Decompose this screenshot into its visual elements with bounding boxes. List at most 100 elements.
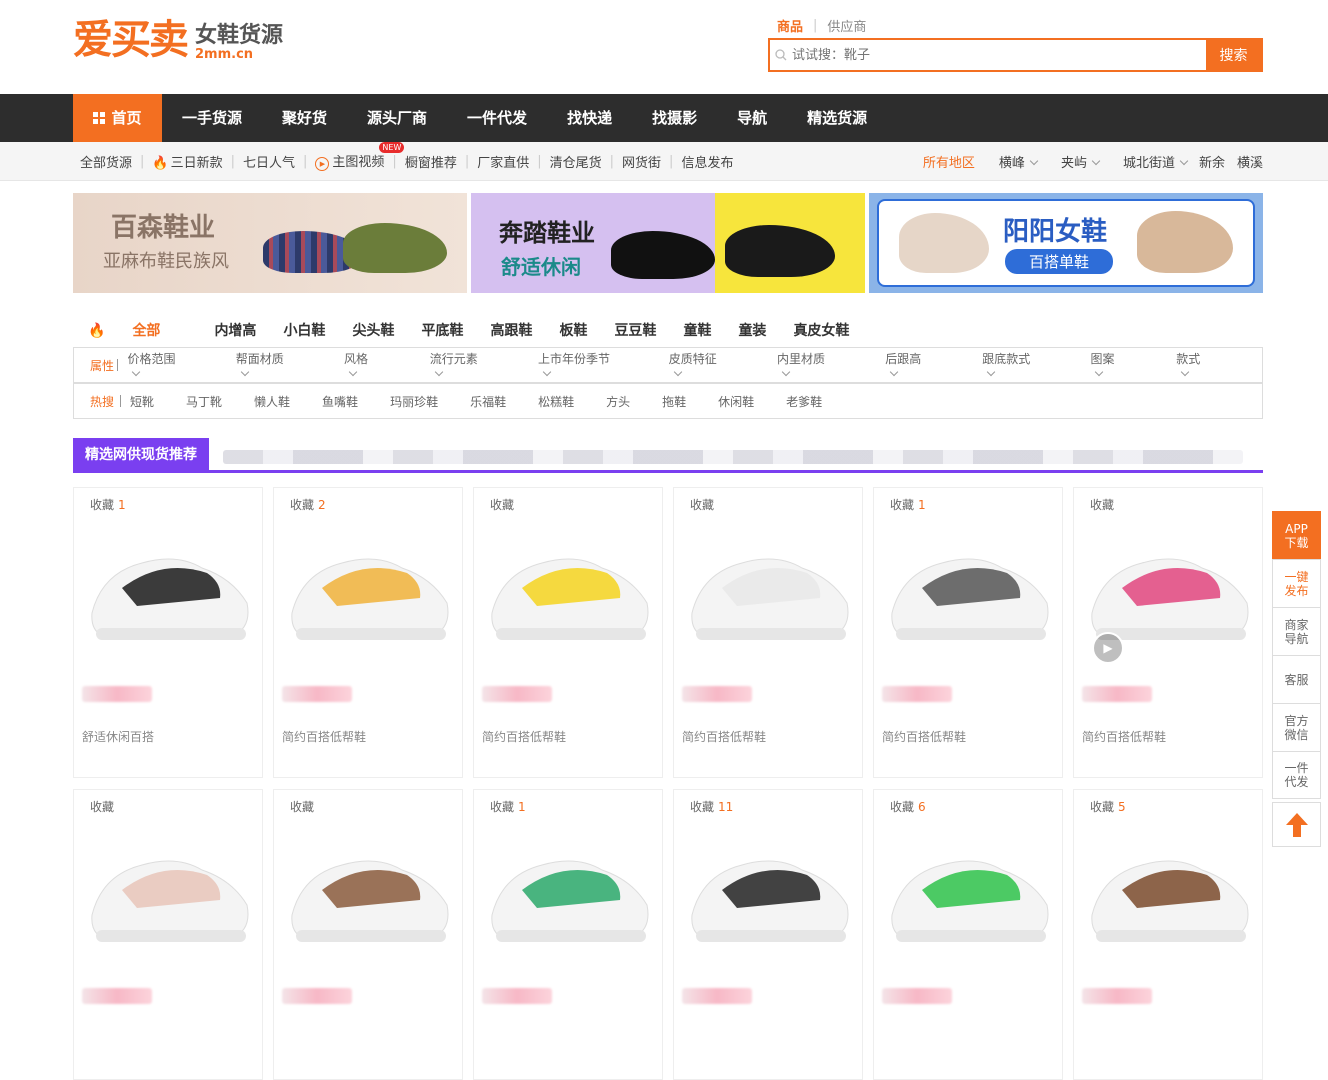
product-title[interactable]: 简约百搭低帮鞋	[682, 728, 766, 745]
cat-item[interactable]: 高跟鞋	[490, 320, 532, 340]
attr-filter[interactable]: 上市年份季节	[538, 350, 617, 381]
hot-keyword[interactable]: 懒人鞋	[254, 393, 290, 410]
favorite-button[interactable]: 收藏 2	[290, 496, 326, 513]
attr-filter[interactable]: 后跟高	[885, 350, 930, 381]
region-hengxi[interactable]: 横溪	[1237, 152, 1263, 171]
dropship-button[interactable]: 一件 代发	[1272, 751, 1321, 799]
attr-filter[interactable]: 流行元素	[430, 350, 486, 381]
attr-filter[interactable]: 风格	[344, 350, 378, 381]
nav-photography[interactable]: 找摄影	[632, 94, 717, 142]
product-card[interactable]: 收藏简约百搭低帮鞋	[673, 487, 863, 778]
customer-service-button[interactable]: 客服	[1272, 655, 1321, 703]
cat-item[interactable]: 小白鞋	[283, 320, 325, 340]
banner-yangyang[interactable]: 阳阳女鞋 百搭单鞋	[869, 193, 1263, 293]
back-to-top-button[interactable]	[1272, 802, 1321, 847]
hot-keyword[interactable]: 鱼嘴鞋	[322, 393, 358, 410]
favorite-button[interactable]: 收藏	[690, 496, 718, 513]
site-logo[interactable]: 爱买卖 女鞋货源 2mm.cn	[73, 18, 283, 62]
attr-filter[interactable]: 皮质特征	[669, 350, 725, 381]
cat-item[interactable]: 板鞋	[559, 320, 587, 340]
product-image[interactable]	[882, 518, 1056, 668]
attr-filter[interactable]: 内里材质	[777, 350, 833, 381]
product-image[interactable]	[682, 518, 856, 668]
favorite-button[interactable]: 收藏	[1090, 496, 1118, 513]
product-image[interactable]	[282, 518, 456, 668]
cat-all[interactable]: 🔥 全部	[88, 320, 187, 340]
nav-home[interactable]: 首页	[73, 94, 162, 142]
product-card[interactable]: 收藏简约百搭低帮鞋	[473, 487, 663, 778]
search-tab-goods[interactable]: 商品	[777, 16, 803, 35]
region-hengfeng[interactable]: 横峰	[987, 152, 1039, 171]
search-input[interactable]	[792, 40, 1206, 70]
product-card[interactable]: 收藏 1 简约百搭低帮鞋	[873, 487, 1063, 778]
product-image[interactable]	[282, 820, 456, 970]
one-click-publish-button[interactable]: 一键 发布	[1272, 559, 1321, 607]
region-xinyu[interactable]: 新余	[1199, 152, 1225, 171]
subnav-popular-7day[interactable]: 七日人气	[243, 152, 295, 171]
nav-first-hand[interactable]: 一手货源	[162, 94, 262, 142]
subnav-factory-direct[interactable]: 厂家直供	[477, 152, 529, 171]
cat-item[interactable]: 内增高	[214, 320, 256, 340]
hot-keyword[interactable]: 短靴	[130, 393, 154, 410]
subnav-all[interactable]: 全部货源	[80, 152, 132, 171]
favorite-button[interactable]: 收藏	[490, 496, 518, 513]
merchant-nav-button[interactable]: 商家 导航	[1272, 607, 1321, 655]
cat-item[interactable]: 童装	[738, 320, 766, 340]
hot-keyword[interactable]: 方头	[606, 393, 630, 410]
subnav-new-3day[interactable]: 🔥 三日新款	[152, 152, 222, 171]
attr-filter[interactable]: 跟底款式	[982, 350, 1038, 381]
nav-express[interactable]: 找快递	[547, 94, 632, 142]
nav-source-factory[interactable]: 源头厂商	[347, 94, 447, 142]
subnav-info-publish[interactable]: 信息发布	[681, 152, 733, 171]
favorite-button[interactable]: 收藏 6	[890, 798, 926, 815]
play-video-icon[interactable]: ▶	[1092, 632, 1124, 664]
product-image[interactable]	[1082, 820, 1256, 970]
attr-filter[interactable]: 帮面材质	[236, 350, 292, 381]
product-image[interactable]	[482, 518, 656, 668]
favorite-button[interactable]: 收藏 1	[490, 798, 526, 815]
favorite-button[interactable]: 收藏 5	[1090, 798, 1126, 815]
hot-keyword[interactable]: 玛丽珍鞋	[390, 393, 438, 410]
search-button[interactable]: 搜索	[1206, 40, 1261, 70]
product-card[interactable]: 收藏	[273, 789, 463, 1080]
subnav-clearance[interactable]: 清仓尾货	[550, 152, 602, 171]
product-image[interactable]	[82, 518, 256, 668]
product-image[interactable]	[682, 820, 856, 970]
product-title[interactable]: 简约百搭低帮鞋	[882, 728, 966, 745]
favorite-button[interactable]: 收藏	[90, 798, 118, 815]
favorite-button[interactable]: 收藏 11	[690, 798, 733, 815]
product-card[interactable]: 收藏 11	[673, 789, 863, 1080]
product-card[interactable]: 收藏简约百搭低帮鞋 ▶	[1073, 487, 1263, 778]
region-all[interactable]: 所有地区	[923, 152, 975, 171]
search-tab-supplier[interactable]: 供应商	[827, 16, 866, 35]
cat-item[interactable]: 尖头鞋	[352, 320, 394, 340]
cat-item[interactable]: 童鞋	[683, 320, 711, 340]
region-jiayu[interactable]: 夹屿	[1049, 152, 1101, 171]
product-card[interactable]: 收藏	[73, 789, 263, 1080]
favorite-button[interactable]: 收藏	[290, 798, 318, 815]
region-chengbei[interactable]: 城北街道	[1111, 152, 1189, 171]
nav-guide[interactable]: 导航	[717, 94, 787, 142]
attr-filter[interactable]: 价格范围	[127, 350, 183, 381]
product-title[interactable]: 舒适休闲百搭	[82, 728, 154, 745]
cat-item[interactable]: 真皮女鞋	[793, 320, 849, 340]
product-title[interactable]: 简约百搭低帮鞋	[482, 728, 566, 745]
product-title[interactable]: 简约百搭低帮鞋	[282, 728, 366, 745]
hot-keyword[interactable]: 马丁靴	[186, 393, 222, 410]
product-title[interactable]: 简约百搭低帮鞋	[1082, 728, 1166, 745]
official-wechat-button[interactable]: 官方 微信	[1272, 703, 1321, 751]
attr-filter[interactable]: 图案	[1090, 350, 1124, 381]
cat-item[interactable]: 豆豆鞋	[614, 320, 656, 340]
nav-good-goods[interactable]: 聚好货	[262, 94, 347, 142]
subnav-window[interactable]: 橱窗推荐	[405, 152, 457, 171]
cat-item[interactable]: 平底鞋	[421, 320, 463, 340]
banner-bentai[interactable]: 奔踏鞋业 舒适休闲	[471, 193, 865, 293]
product-card[interactable]: 收藏 1	[473, 789, 663, 1080]
product-card[interactable]: 收藏 1 舒适休闲百搭	[73, 487, 263, 778]
favorite-button[interactable]: 收藏 1	[890, 496, 926, 513]
subnav-video[interactable]: ▶ 主图视频 NEW	[315, 142, 405, 171]
hot-keyword[interactable]: 松糕鞋	[538, 393, 574, 410]
product-card[interactable]: 收藏 6	[873, 789, 1063, 1080]
hot-keyword[interactable]: 乐福鞋	[470, 393, 506, 410]
attr-filter[interactable]: 款式	[1176, 350, 1210, 381]
